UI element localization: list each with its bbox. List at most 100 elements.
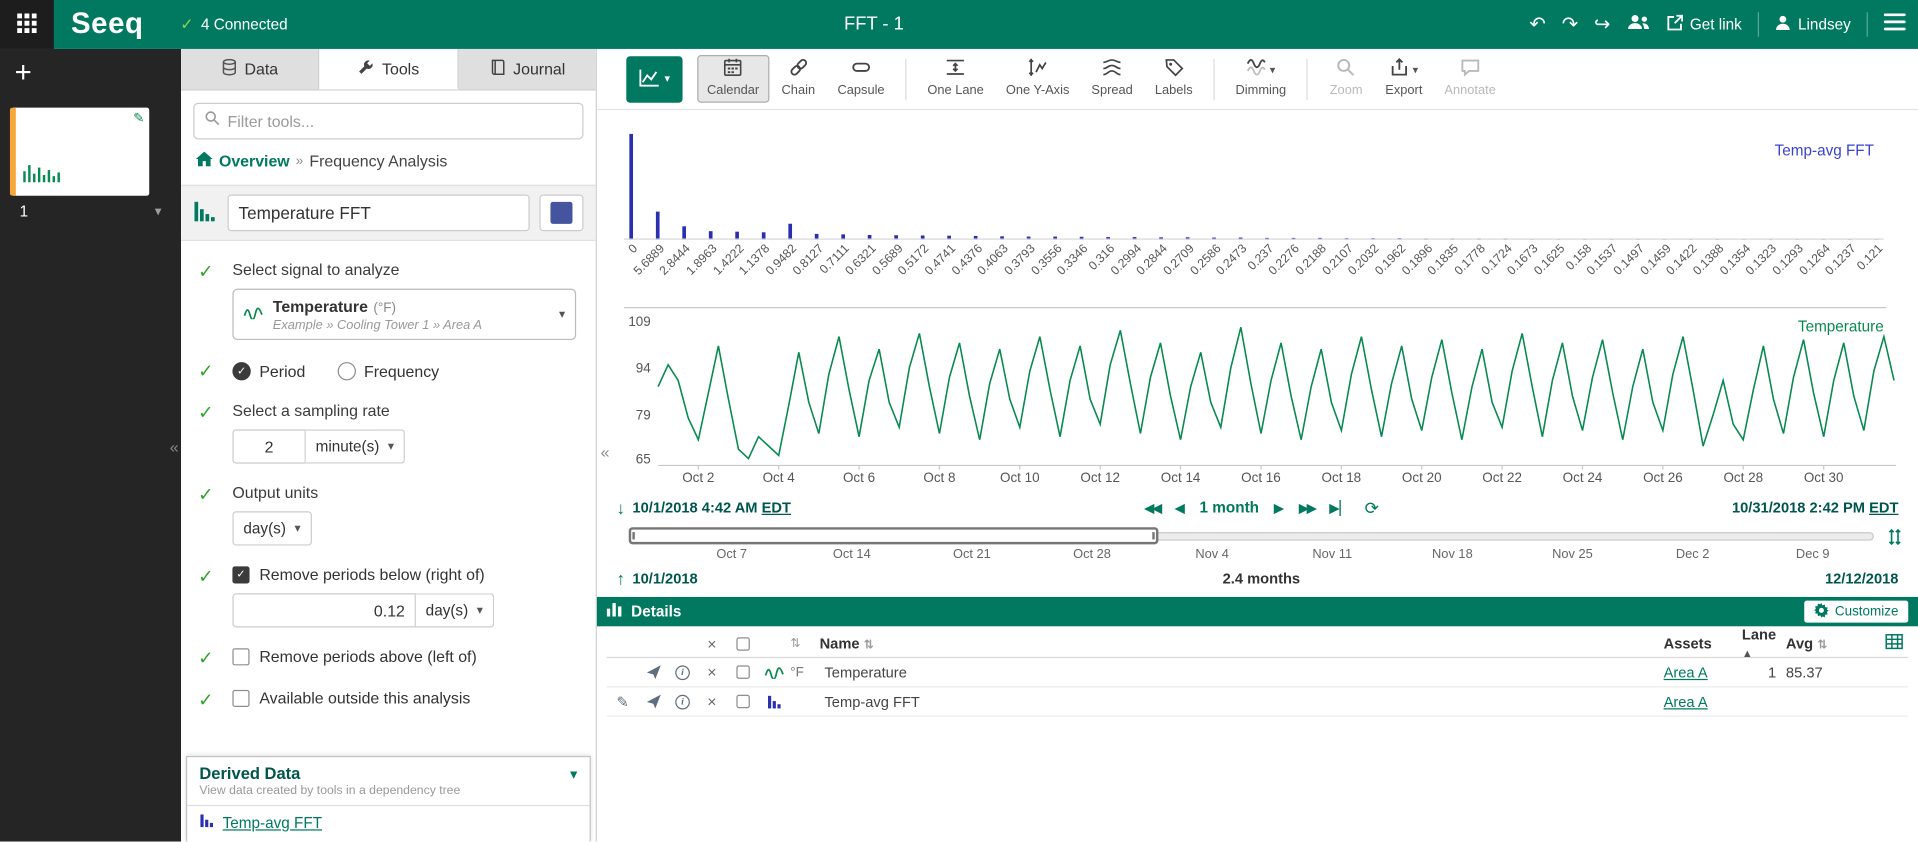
worksheet-caret-icon[interactable]: ▾	[155, 203, 162, 220]
step-forward-full-button[interactable]: ▶▶	[1299, 500, 1315, 516]
toolbar-capsule[interactable]: Capsule	[828, 55, 895, 103]
clipped-checkbox[interactable]: Available outside this analysis	[232, 689, 576, 707]
investigate-end-value[interactable]: 12/12/2018	[1825, 570, 1898, 587]
breadcrumb-overview[interactable]: Overview	[219, 152, 290, 170]
remove-below-unit-select[interactable]: day(s) ▾	[416, 593, 494, 627]
fft-series-label[interactable]: Temp-avg FFT	[1775, 142, 1874, 159]
remove-below-checkbox[interactable]: ✓ Remove periods below (right of)	[232, 565, 576, 583]
signal-name-cell[interactable]: Temperature	[820, 664, 1664, 681]
step-size-button[interactable]: 1 month	[1200, 499, 1259, 516]
step-to-end-button[interactable]: ▶▏	[1329, 500, 1350, 516]
column-picker-icon[interactable]	[1885, 636, 1903, 653]
color-picker-button[interactable]	[539, 194, 583, 231]
toolbar-one-lane[interactable]: One Lane	[918, 55, 994, 103]
tab-journal[interactable]: Journal	[458, 49, 595, 89]
display-range-start[interactable]: ↓ 10/1/2018 4:42 AM EDT	[617, 498, 791, 518]
derived-data-header[interactable]: Derived Data ▾	[187, 757, 589, 783]
collaborators-button[interactable]	[1626, 13, 1649, 36]
investigate-start[interactable]: ↑ 10/1/2018	[617, 569, 698, 589]
remove-icon[interactable]: ×	[697, 692, 726, 710]
sampling-rate-input[interactable]	[232, 429, 305, 463]
user-menu[interactable]: Lindsey	[1775, 15, 1851, 35]
chart-type-button[interactable]: ▾	[626, 56, 682, 102]
trend-date-label: Oct 16	[1241, 471, 1281, 486]
info-icon[interactable]: i	[668, 694, 697, 709]
display-range-end[interactable]: 10/31/2018 2:42 PM EDT	[1732, 499, 1898, 516]
toolbar-export[interactable]: ▾Export	[1375, 55, 1432, 103]
investigate-duration[interactable]: 2.4 months	[1223, 570, 1301, 587]
toolbar-spread[interactable]: Spread	[1082, 55, 1143, 103]
toolbar-annotate[interactable]: Annotate	[1435, 55, 1506, 103]
row-checkbox[interactable]	[727, 665, 759, 678]
output-units-select[interactable]: day(s) ▾	[232, 511, 311, 545]
row-checkbox[interactable]	[727, 695, 759, 708]
display-start-timezone[interactable]: EDT	[762, 499, 791, 516]
collapse-panel-handle[interactable]: «	[601, 443, 610, 461]
remove-below-input[interactable]	[232, 593, 415, 627]
trend-chart[interactable]: 109947965 Temperature	[609, 308, 1906, 469]
column-avg[interactable]: Avg ⇅	[1786, 635, 1855, 652]
toolbar-one-y-axis[interactable]: One Y-Axis	[996, 55, 1079, 103]
toolbar-dimming[interactable]: ▾Dimming	[1226, 55, 1296, 103]
collapse-rail-handle[interactable]: «	[170, 438, 179, 456]
main-menu-button[interactable]	[1884, 13, 1906, 36]
radio-frequency[interactable]: Frequency	[337, 360, 439, 382]
toolbar-zoom[interactable]: Zoom	[1319, 55, 1373, 103]
navigate-icon[interactable]	[639, 664, 668, 680]
connection-status[interactable]: ✓ 4 Connected	[180, 15, 287, 35]
asset-link[interactable]: Area A	[1664, 664, 1742, 681]
toolbar-calendar[interactable]: Calendar	[697, 55, 769, 103]
investigate-range-slider[interactable]	[629, 526, 1874, 547]
share-button[interactable]: ↪	[1594, 12, 1610, 36]
tab-tools[interactable]: Tools	[320, 49, 459, 89]
tool-name-input[interactable]	[228, 194, 530, 231]
customize-button[interactable]: Customize	[1804, 601, 1908, 623]
trend-chart-plot[interactable]: 109947965	[609, 308, 1906, 469]
edit-tool-icon[interactable]: ✎	[607, 693, 639, 710]
derived-data-item[interactable]: Temp-avg FFT	[187, 805, 589, 842]
signal-name-cell[interactable]: Temp-avg FFT	[820, 693, 1664, 710]
fft-chart-plot[interactable]	[624, 120, 1884, 240]
get-link-button[interactable]: Get link	[1665, 13, 1741, 35]
worksheet-thumbnail[interactable]: ✎	[10, 108, 149, 196]
sampling-unit-select[interactable]: minute(s) ▾	[306, 429, 405, 463]
display-end-timezone[interactable]: EDT	[1869, 499, 1898, 516]
trend-series-label[interactable]: Temperature	[1798, 318, 1884, 335]
remove-above-checkbox[interactable]: Remove periods above (left of)	[232, 647, 576, 665]
toolbar-labels[interactable]: Labels	[1145, 55, 1202, 103]
table-row-temp-avg-fft[interactable]: ✎ i × Temp-avg FFT Area A	[607, 687, 1909, 716]
edit-worksheet-icon[interactable]: ✎	[133, 110, 144, 126]
undo-button[interactable]: ↶	[1529, 12, 1545, 36]
home-icon[interactable]	[196, 152, 213, 170]
tab-data[interactable]: Data	[181, 49, 320, 89]
signal-select[interactable]: Temperature (°F) Example » Cooling Tower…	[232, 289, 576, 340]
step-forward-button[interactable]: ▶	[1274, 500, 1284, 516]
step-back-button[interactable]: ◀	[1175, 500, 1185, 516]
asset-link[interactable]: Area A	[1664, 693, 1742, 710]
filter-tools-input[interactable]	[228, 112, 573, 130]
fft-chart[interactable]: Temp-avg FFT	[624, 120, 1884, 240]
expand-range-icon[interactable]	[1886, 528, 1903, 545]
remove-icon[interactable]: ×	[697, 663, 726, 681]
navigate-icon[interactable]	[639, 694, 668, 710]
radio-period[interactable]: ✓ Period	[232, 360, 305, 382]
new-worksheet-button[interactable]: +	[15, 59, 32, 88]
table-row-temperature[interactable]: i × °F Temperature Area A 1 85.37	[607, 658, 1909, 687]
step-clipped: ✓ Available outside this analysis	[196, 689, 581, 718]
redo-button[interactable]: ↷	[1562, 12, 1578, 36]
seeq-logo[interactable]: Seeq	[71, 7, 144, 41]
select-all-checkbox[interactable]	[727, 637, 759, 650]
slider-selected-range[interactable]	[629, 527, 1158, 544]
column-assets[interactable]: Assets	[1664, 635, 1742, 652]
column-name[interactable]: Name ⇅	[820, 635, 1664, 652]
info-icon[interactable]: i	[668, 665, 697, 680]
auto-update-button[interactable]: ⟳	[1365, 497, 1379, 518]
remove-all-icon[interactable]: ×	[697, 634, 726, 652]
column-lane[interactable]: Lane ▲	[1742, 626, 1786, 660]
derived-item-link[interactable]: Temp-avg FFT	[223, 815, 322, 832]
app-switcher-button[interactable]	[0, 0, 54, 49]
step-back-full-button[interactable]: ◀◀	[1144, 500, 1160, 516]
trend-date-label: Oct 2	[682, 471, 714, 486]
sort-icon[interactable]: ⇅	[790, 637, 819, 650]
toolbar-chain[interactable]: Chain	[771, 55, 825, 103]
